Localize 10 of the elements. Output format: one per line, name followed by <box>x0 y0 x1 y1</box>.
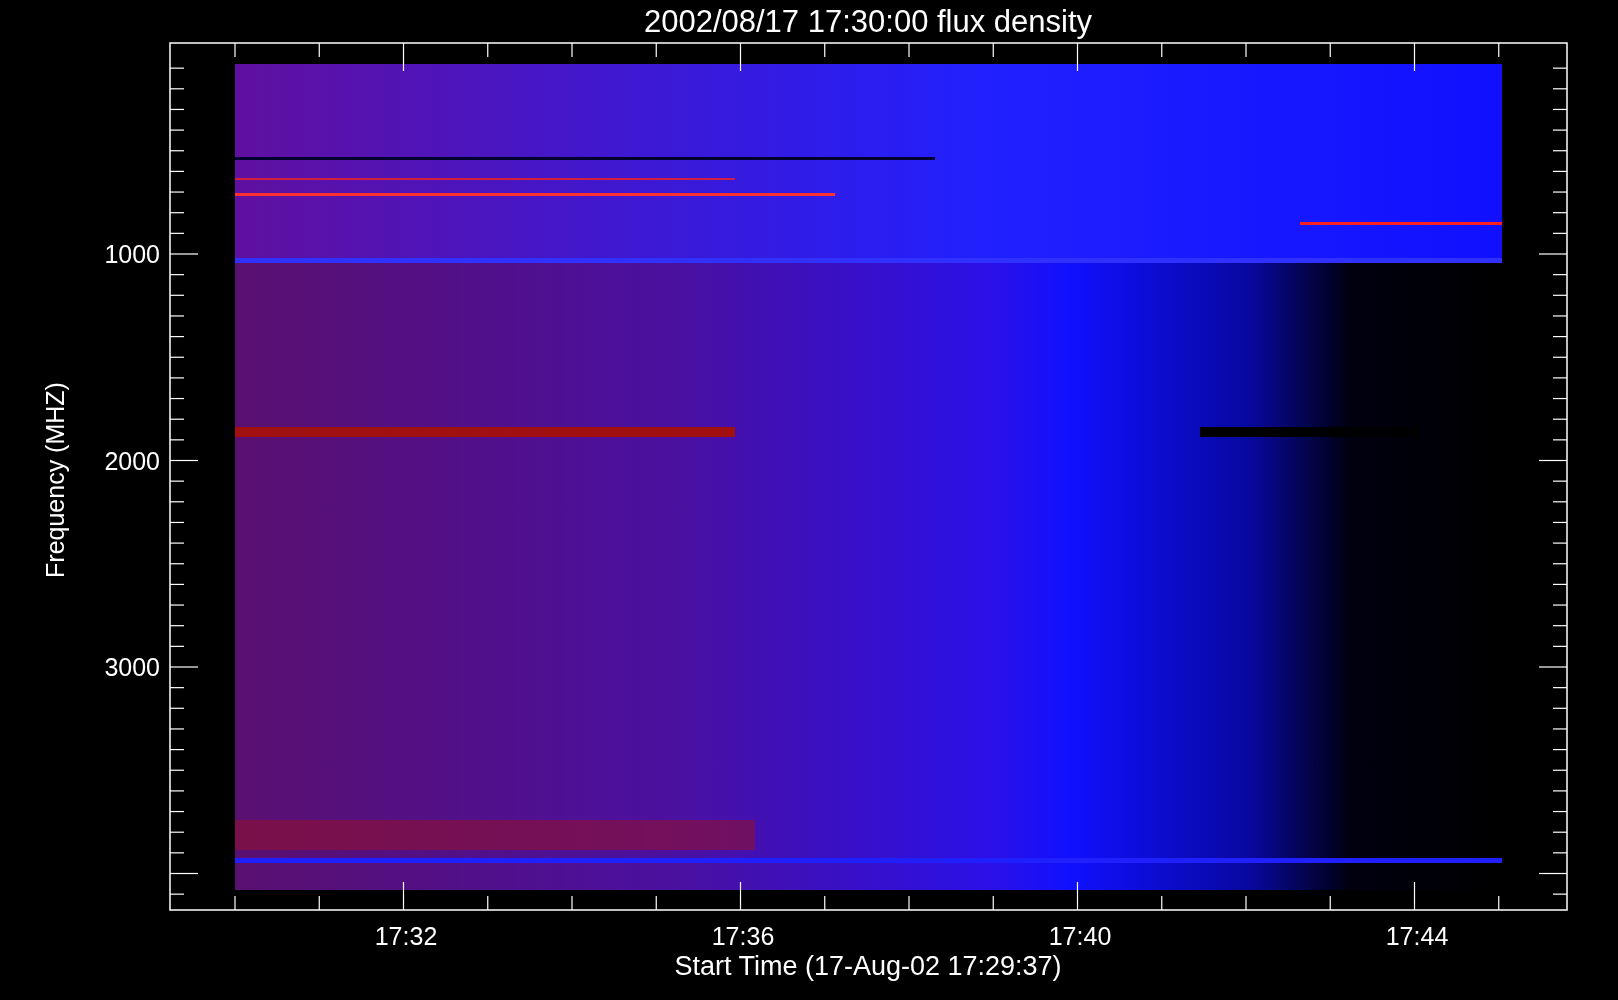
x-tick-label: 17:36 <box>711 922 775 950</box>
y-axis-label: Frequency (MHZ) <box>41 382 69 578</box>
chart-title: 2002/08/17 17:30:00 flux density <box>643 4 1093 39</box>
x-tick-label: 17:40 <box>1048 922 1112 950</box>
y-tick-label: 3000 <box>104 653 160 681</box>
x-tick-label: 17:32 <box>374 922 438 950</box>
x-axis-label: Start Time (17-Aug-02 17:29:37) <box>674 951 1062 981</box>
y-tick-label: 1000 <box>104 240 160 268</box>
x-tick-label: 17:44 <box>1385 922 1449 950</box>
y-tick-label: 2000 <box>104 446 160 475</box>
